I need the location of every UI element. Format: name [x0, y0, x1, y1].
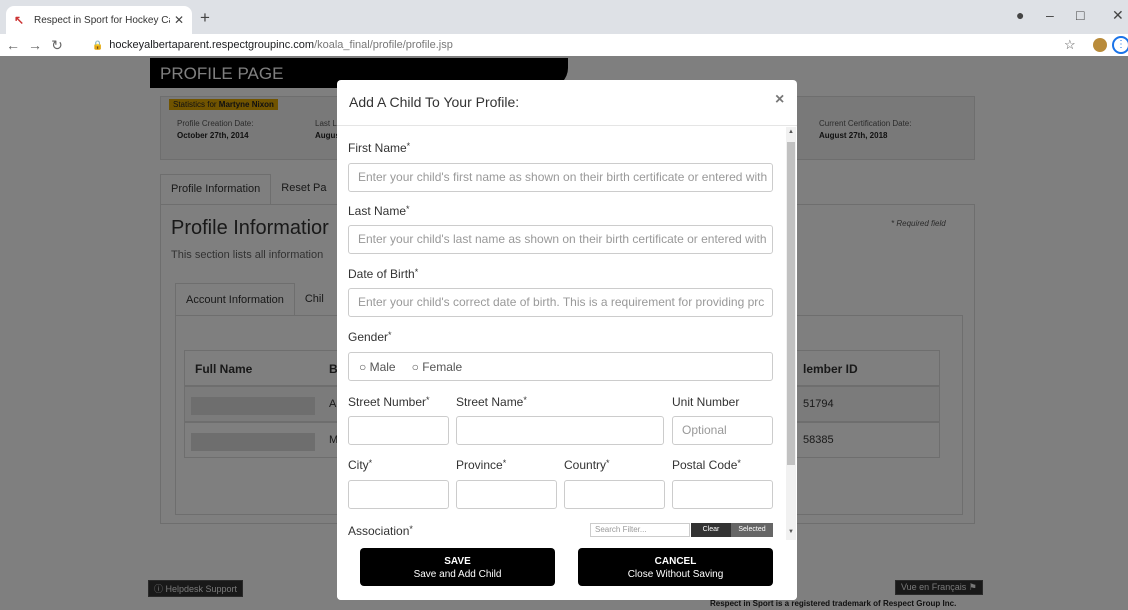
unit-number-input[interactable]: Optional	[672, 416, 773, 445]
required-mark: *	[368, 458, 373, 468]
date-of-birth-input[interactable]: Enter your child's correct date of birth…	[348, 288, 773, 317]
street-number-label-text: Street Number	[348, 395, 427, 409]
dob-label: Date of Birth*	[348, 267, 418, 281]
first-name-label: First Name*	[348, 141, 410, 155]
country-input[interactable]	[564, 480, 665, 509]
required-mark: *	[388, 330, 392, 340]
scroll-down-icon[interactable]: ▼	[788, 529, 794, 535]
new-tab-button[interactable]: +	[200, 8, 210, 28]
province-input[interactable]	[456, 480, 557, 509]
street-number-input[interactable]	[348, 416, 449, 445]
association-label-text: Association	[348, 524, 410, 538]
modal-body: First Name* Enter your child's first nam…	[337, 127, 797, 540]
first-name-label-text: First Name	[348, 141, 407, 155]
city-label: City*	[348, 458, 372, 472]
browser-menu-icon[interactable]: ⋮	[1112, 36, 1128, 54]
selected-filter-button[interactable]: Selected	[731, 523, 773, 537]
modal-title: Add A Child To Your Profile:	[349, 94, 520, 110]
last-name-input[interactable]: Enter your child's last name as shown on…	[348, 225, 773, 254]
required-mark: *	[406, 141, 411, 151]
save-button-subtitle: Save and Add Child	[413, 569, 502, 580]
close-tab-icon[interactable]: ✕	[174, 13, 184, 27]
cancel-button[interactable]: CANCEL Close Without Saving	[578, 548, 773, 586]
dob-label-text: Date of Birth	[348, 267, 415, 281]
scroll-up-icon[interactable]: ▲	[788, 129, 794, 135]
gender-female-radio[interactable]: ○ Female	[412, 360, 471, 374]
city-label-text: City	[348, 458, 369, 472]
required-mark: *	[523, 395, 527, 405]
street-name-input[interactable]	[456, 416, 664, 445]
tab-title: Respect in Sport for Hockey Can	[34, 14, 170, 26]
cancel-button-title: CANCEL	[654, 556, 697, 567]
back-icon[interactable]: ←	[2, 37, 24, 53]
gender-male-radio[interactable]: ○ Male	[359, 360, 404, 374]
browser-tab-bar: ↖ Respect in Sport for Hockey Can ✕ + ● …	[0, 0, 1128, 34]
country-label-text: Country	[564, 458, 607, 472]
clear-filter-button[interactable]: Clear	[691, 523, 731, 537]
address-bar-row: ← → ↻ 🔒 hockeyalbertaparent.respectgroup…	[0, 34, 1128, 56]
required-mark: *	[406, 204, 410, 214]
bookmark-star-icon[interactable]: ☆	[1064, 37, 1076, 53]
association-label: Association*	[348, 524, 413, 538]
last-name-label-text: Last Name	[348, 204, 407, 218]
street-name-label: Street Name*	[456, 395, 527, 409]
site-favicon-icon: ↖	[14, 13, 25, 27]
association-search-filter[interactable]: Search Filter...	[590, 523, 690, 537]
postal-code-label: Postal Code*	[672, 458, 741, 472]
close-icon[interactable]: ×	[775, 91, 784, 109]
province-label-text: Province	[456, 458, 503, 472]
first-name-input[interactable]: Enter your child's first name as shown o…	[348, 163, 773, 192]
postal-code-label-text: Postal Code	[672, 458, 738, 472]
profile-icon[interactable]: ●	[1016, 7, 1024, 23]
modal-scrollbar-thumb[interactable]	[787, 142, 795, 465]
modal-footer: SAVE Save and Add Child CANCEL Close Wit…	[337, 540, 797, 600]
street-name-label-text: Street Name	[456, 395, 524, 409]
save-button[interactable]: SAVE Save and Add Child	[360, 548, 555, 586]
save-button-title: SAVE	[444, 556, 471, 567]
street-number-label: Street Number*	[348, 395, 430, 409]
required-mark: *	[737, 458, 741, 468]
browser-tab[interactable]: ↖ Respect in Sport for Hockey Can ✕	[6, 6, 192, 34]
required-mark: *	[426, 395, 430, 405]
maximize-icon[interactable]: □	[1076, 7, 1084, 23]
close-window-icon[interactable]: ✕	[1112, 7, 1124, 24]
forward-icon[interactable]: →	[24, 37, 46, 53]
gender-male-label: Male	[369, 359, 396, 374]
postal-code-input[interactable]	[672, 480, 773, 509]
gender-label: Gender*	[348, 330, 392, 344]
country-label: Country*	[564, 458, 610, 472]
province-label: Province*	[456, 458, 506, 472]
unit-number-label: Unit Number	[672, 395, 740, 409]
modal-header: Add A Child To Your Profile: ×	[337, 80, 797, 126]
url-host: hockeyalbertaparent.respectgroupinc.com	[109, 39, 315, 51]
cancel-button-subtitle: Close Without Saving	[627, 569, 724, 580]
gender-radio-group: ○ Male ○ Female	[348, 352, 773, 381]
city-input[interactable]	[348, 480, 449, 509]
required-mark: *	[409, 524, 413, 534]
reload-icon[interactable]: ↻	[46, 37, 68, 54]
minimize-icon[interactable]: –	[1046, 7, 1054, 23]
add-child-modal: Add A Child To Your Profile: × First Nam…	[337, 80, 797, 600]
lock-icon: 🔒	[92, 39, 104, 50]
last-name-label: Last Name*	[348, 204, 410, 218]
url-path: /koala_final/profile/profile.jsp	[314, 39, 453, 51]
gender-label-text: Gender	[348, 330, 389, 344]
url-field[interactable]: 🔒 hockeyalbertaparent.respectgroupinc.co…	[92, 36, 453, 54]
required-mark: *	[414, 267, 419, 277]
gender-female-label: Female	[422, 359, 463, 374]
required-mark: *	[606, 458, 610, 468]
extension-icon[interactable]	[1093, 38, 1107, 52]
required-mark: *	[502, 458, 507, 468]
